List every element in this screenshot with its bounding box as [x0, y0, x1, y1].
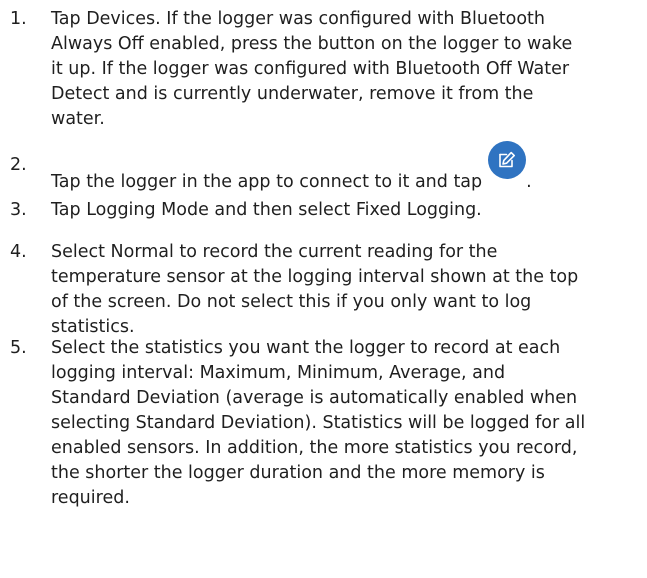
step-text-line: Standard Deviation (average is automatic… — [51, 388, 578, 408]
step-text: Tap Logging Mode and then select Fixed L… — [51, 198, 636, 223]
step-text-line: it up. If the logger was configured with… — [51, 59, 570, 79]
step-text-line: Detect and is currently underwater, remo… — [51, 84, 534, 104]
step-number: 5. — [10, 338, 27, 358]
step-text-after-icon: . — [526, 172, 532, 192]
step-number: 4. — [10, 242, 27, 262]
step-text-line: water. — [51, 109, 105, 129]
step-text-line: Always Off enabled, press the button on … — [51, 34, 573, 54]
step-text-line: Select Normal to record the current read… — [51, 242, 498, 262]
step-number: 1. — [10, 9, 27, 29]
step-text-line: logging interval: Maximum, Minimum, Aver… — [51, 363, 506, 383]
step-text-line: required. — [51, 488, 130, 508]
step-text: Tap Devices. If the logger was configure… — [51, 7, 636, 132]
step-text-line: Tap Logging Mode and then select Fixed L… — [51, 200, 482, 220]
step-number: 3. — [10, 200, 27, 220]
step-text-line: Select the statistics you want the logge… — [51, 338, 561, 358]
step-text-line: of the screen. Do not select this if you… — [51, 292, 532, 312]
step-number: 2. — [10, 155, 27, 175]
step-text: Select the statistics you want the logge… — [51, 336, 636, 511]
step-text-line: Tap Devices. If the logger was configure… — [51, 9, 546, 29]
edit-icon — [488, 141, 527, 179]
step-text-line: selecting Standard Deviation). Statistic… — [51, 413, 586, 433]
step-text: Select Normal to record the current read… — [51, 240, 636, 340]
step-text-before-icon: Tap the logger in the app to connect to … — [51, 172, 483, 192]
step-text-line: temperature sensor at the logging interv… — [51, 267, 579, 287]
step-text: Tap the logger in the app to connect to … — [51, 141, 636, 195]
step-text-line: enabled sensors. In addition, the more s… — [51, 438, 578, 458]
step-text-line: the shorter the logger duration and the … — [51, 463, 545, 483]
